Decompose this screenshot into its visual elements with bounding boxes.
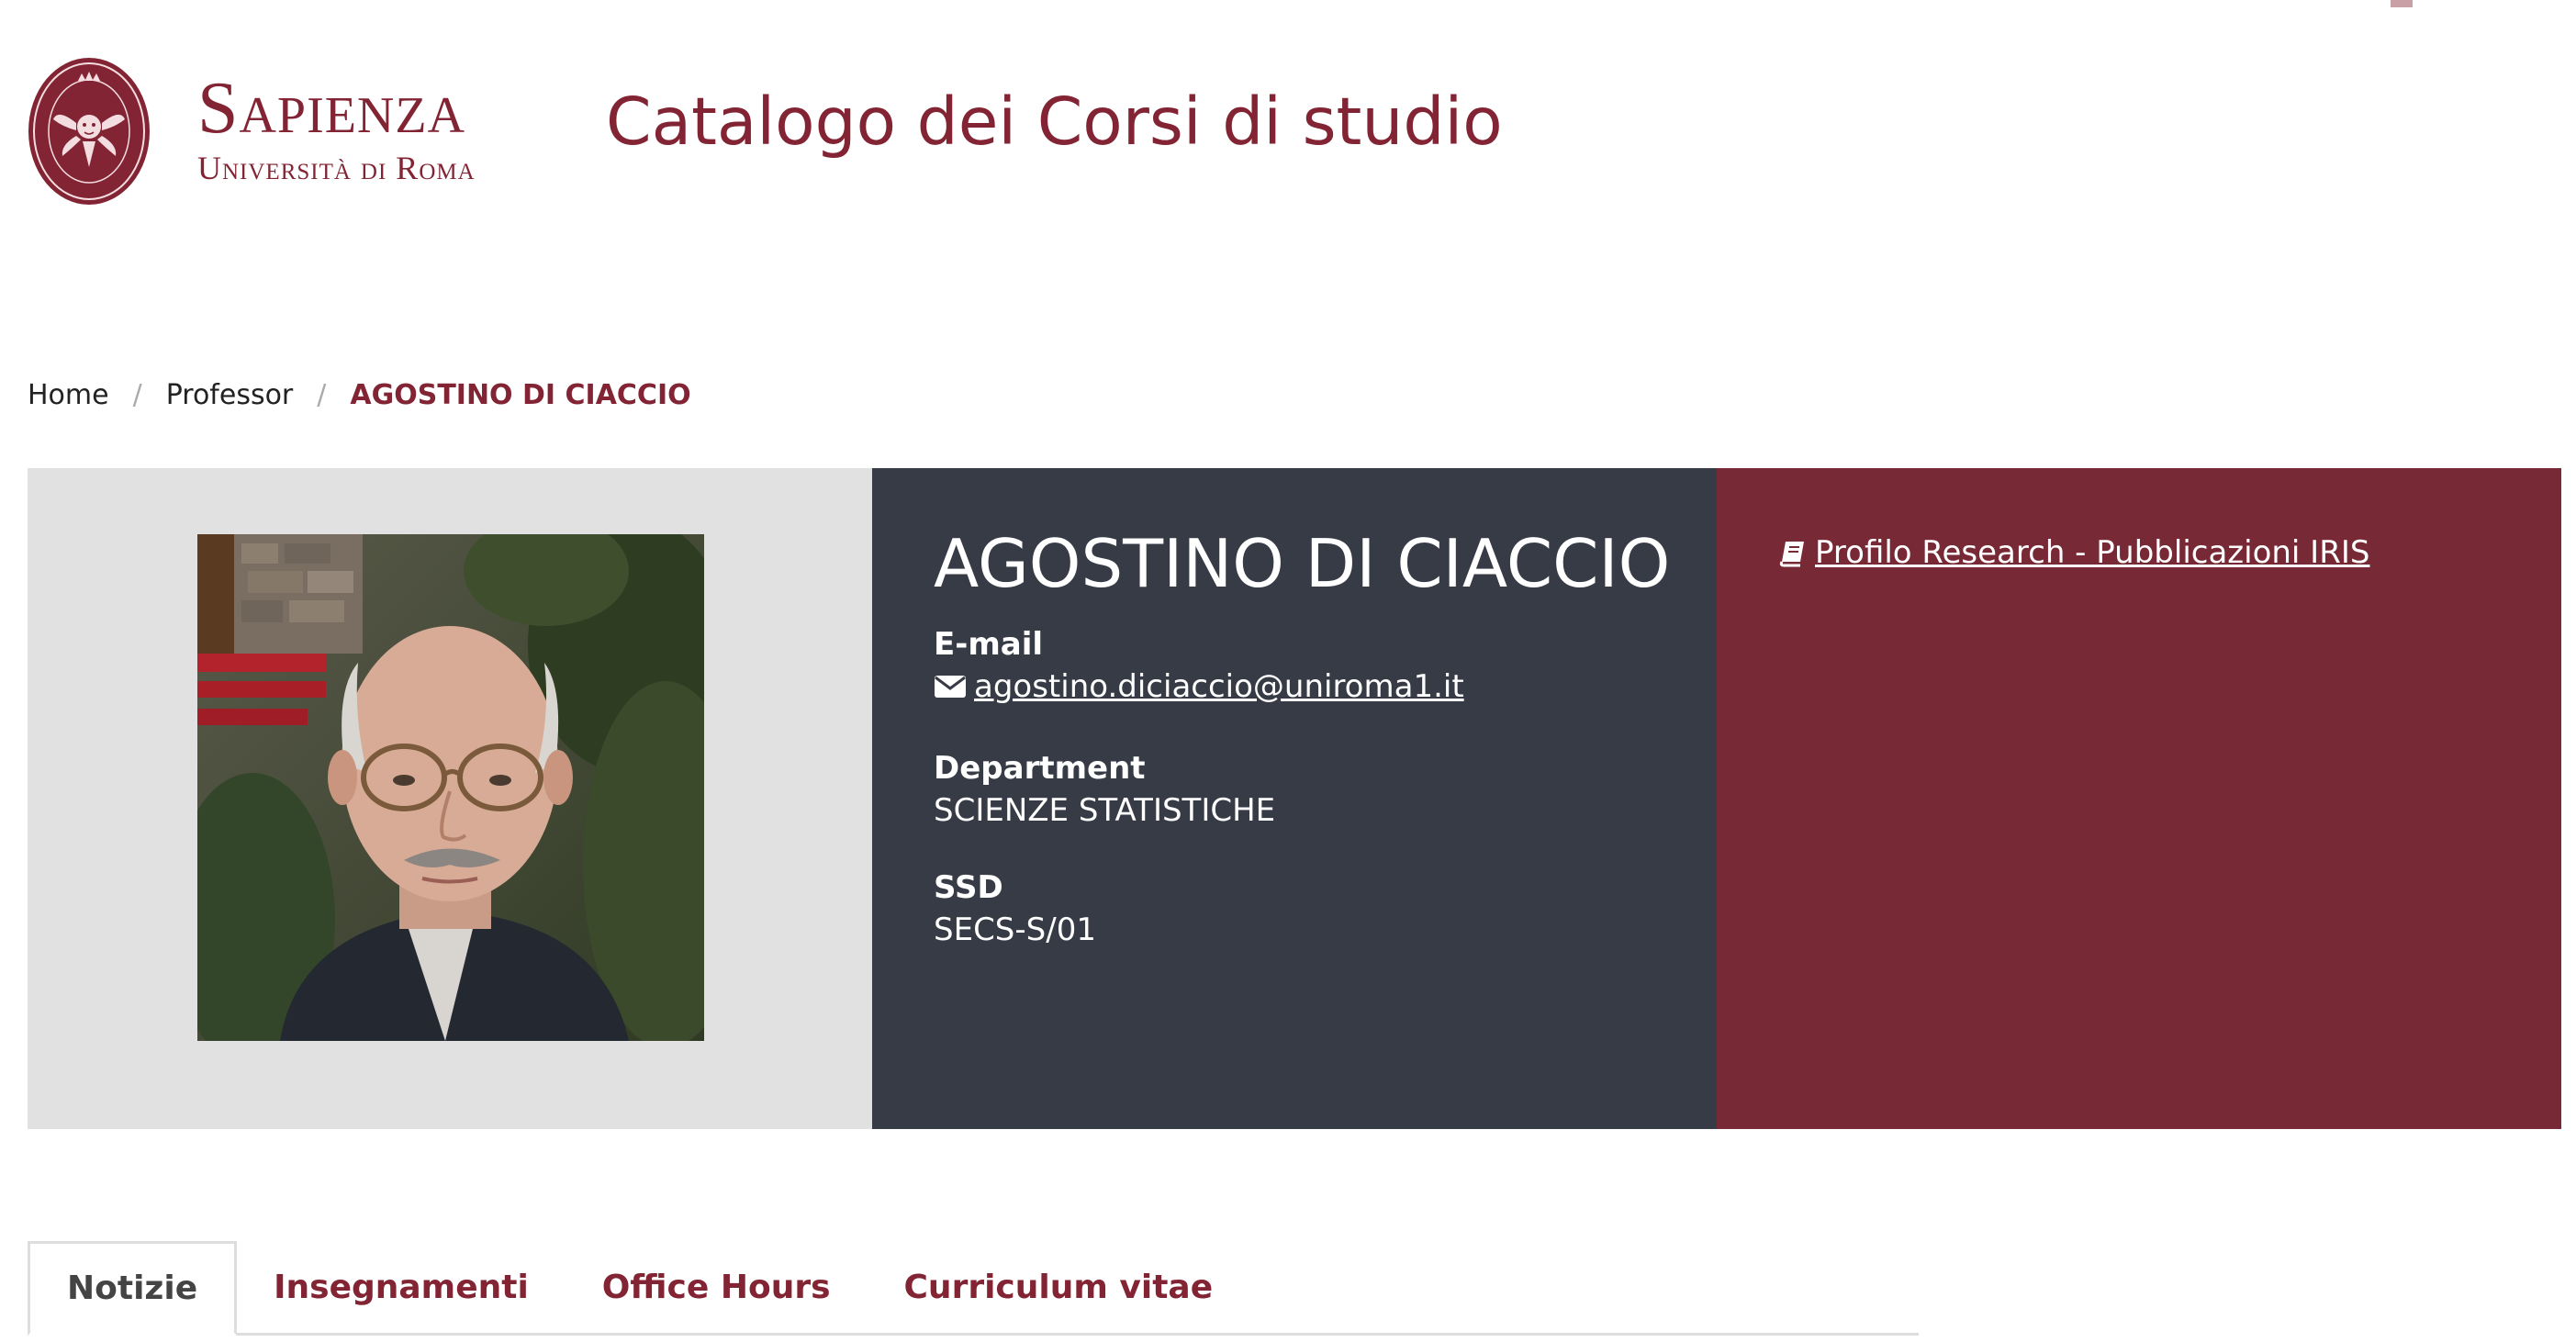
iris-link-row: Profilo Research - Pubblicazioni IRIS: [1778, 531, 2369, 575]
department-label: Department: [934, 750, 1146, 787]
professor-portrait-image: [197, 534, 704, 1041]
email-block: E-mail agostino.diciaccio@uniroma1.it: [934, 624, 1464, 709]
ssd-label: SSD: [934, 869, 1003, 906]
ssd-block: SSD SECS-S/01: [934, 867, 1096, 952]
breadcrumb-separator: /: [317, 378, 327, 411]
email-link[interactable]: agostino.diciaccio@uniroma1.it: [974, 665, 1464, 709]
envelope-icon: [935, 676, 966, 698]
photo-panel: [28, 468, 872, 1129]
tab-curriculum-vitae[interactable]: Curriculum vitae: [868, 1241, 1250, 1333]
site-header: Sapienza Università di Roma Catalogo dei…: [0, 0, 2576, 239]
department-block: Department SCIENZE STATISTICHE: [934, 748, 1275, 833]
email-row: agostino.diciaccio@uniroma1.it: [934, 665, 1464, 709]
tab-office-hours[interactable]: Office Hours: [566, 1241, 868, 1333]
tab-insegnamenti[interactable]: Insegnamenti: [237, 1241, 566, 1333]
tab-notizie[interactable]: Notizie: [28, 1241, 238, 1336]
wordmark-subtitle: Università di Roma: [197, 150, 476, 186]
iris-profile-link[interactable]: Profilo Research - Pubblicazioni IRIS: [1815, 531, 2369, 575]
sapienza-seal-logo: [28, 58, 150, 205]
breadcrumb: Home / Professor / AGOSTINO DI CIACCIO: [28, 375, 691, 415]
department-value: SCIENZE STATISTICHE: [934, 792, 1276, 829]
sapienza-wordmark: Sapienza Università di Roma: [197, 72, 537, 191]
profile-tabs: Notizie Insegnamenti Office Hours Curric…: [28, 1241, 1919, 1336]
wordmark-name: Sapienza: [197, 68, 466, 149]
contact-panel: AGOSTINO DI CIACCIO E-mail agostino.dici…: [872, 468, 1717, 1129]
professor-profile: AGOSTINO DI CIACCIO E-mail agostino.dici…: [28, 468, 2561, 1129]
page: Sapienza Università di Roma Catalogo dei…: [0, 0, 2576, 1342]
breadcrumb-home[interactable]: Home: [28, 379, 109, 411]
breadcrumb-separator: /: [132, 378, 142, 411]
breadcrumb-professor[interactable]: Professor: [166, 379, 294, 411]
language-flag-icon[interactable]: [2391, 0, 2413, 7]
email-label: E-mail: [934, 626, 1044, 663]
book-icon: [1779, 542, 1804, 567]
site-title[interactable]: Catalogo dei Corsi di studio: [606, 81, 1503, 163]
professor-name: AGOSTINO DI CIACCIO: [934, 525, 1671, 602]
links-panel: Profilo Research - Pubblicazioni IRIS: [1717, 468, 2561, 1129]
professor-photo: [197, 534, 704, 1041]
breadcrumb-current: AGOSTINO DI CIACCIO: [350, 378, 691, 411]
ssd-value: SECS-S/01: [934, 911, 1096, 948]
